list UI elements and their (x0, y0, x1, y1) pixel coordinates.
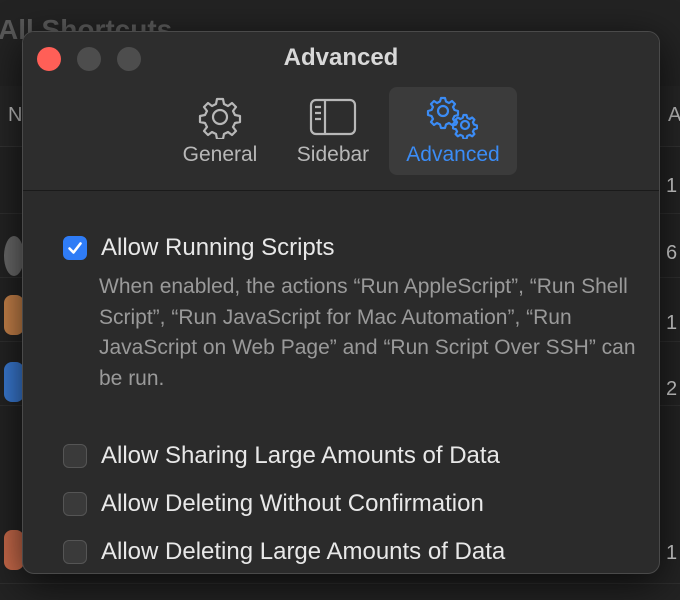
allow-running-scripts-label: Allow Running Scripts (101, 234, 335, 261)
background-shortcut-icon (4, 530, 24, 570)
allow-deleting-large-label: Allow Deleting Large Amounts of Data (101, 538, 506, 565)
background-shortcut-icon (4, 362, 24, 402)
tab-general-label: General (182, 143, 258, 166)
window-title: Advanced (283, 44, 399, 71)
checkmark-icon (68, 242, 82, 254)
window-toolbar: Advanced General Sidebar Advanced (23, 32, 659, 191)
background-row-value: 6 (666, 242, 678, 264)
background-shortcut-icon (4, 236, 24, 276)
background-shortcut-icon (4, 295, 24, 335)
background-row-value: 1 (666, 312, 678, 334)
allow-running-scripts-checkbox[interactable] (63, 236, 87, 260)
gear-icon (198, 97, 242, 139)
allow-sharing-large-label: Allow Sharing Large Amounts of Data (101, 442, 500, 469)
sidebar-icon (309, 98, 357, 136)
setting-allow-running-scripts[interactable]: Allow Running Scripts (63, 234, 334, 262)
setting-allow-deleting-without-confirmation[interactable]: Allow Deleting Without Confirmation (63, 490, 484, 518)
tab-sidebar-label: Sidebar (296, 143, 370, 166)
allow-deleting-large-checkbox[interactable] (63, 540, 87, 564)
background-header-right: A (668, 104, 680, 126)
setting-allow-deleting-large[interactable]: Allow Deleting Large Amounts of Data (63, 538, 505, 566)
gears-icon (426, 96, 478, 139)
tab-advanced-label: Advanced (406, 143, 500, 166)
tab-sidebar[interactable]: Sidebar (283, 87, 383, 175)
allow-deleting-without-confirmation-label: Allow Deleting Without Confirmation (101, 490, 484, 517)
background-row-value: 1 (666, 542, 678, 564)
settings-window: Advanced General Sidebar Advanced Allow … (22, 31, 660, 574)
allow-deleting-without-confirmation-checkbox[interactable] (63, 492, 87, 516)
allow-sharing-large-checkbox[interactable] (63, 444, 87, 468)
background-header-left: N (8, 104, 23, 126)
background-row-value: 1 (666, 175, 678, 197)
setting-allow-sharing-large[interactable]: Allow Sharing Large Amounts of Data (63, 442, 500, 470)
tab-advanced[interactable]: Advanced (389, 87, 517, 175)
allow-running-scripts-description: When enabled, the actions “Run AppleScri… (99, 275, 636, 390)
background-row-value: 2 (666, 378, 678, 400)
tab-general[interactable]: General (167, 87, 273, 175)
